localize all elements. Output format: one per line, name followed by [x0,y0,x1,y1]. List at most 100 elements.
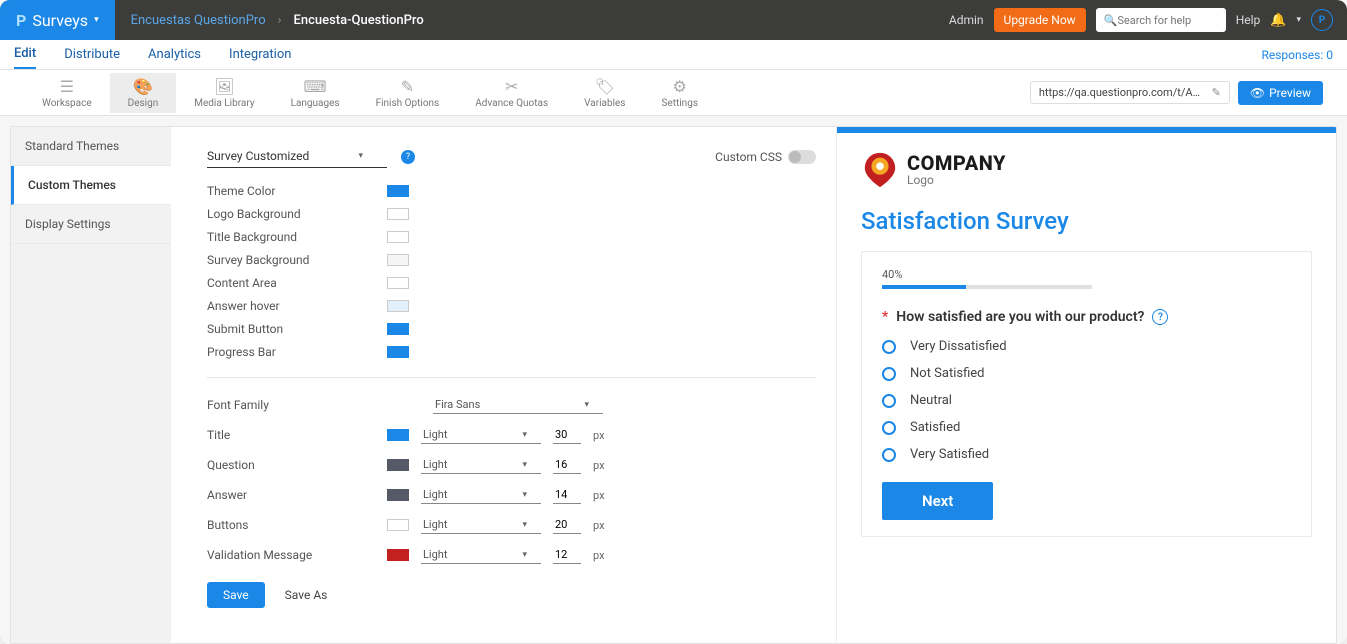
typography-row: Title Light▾ px [207,426,816,444]
font-weight-select[interactable]: Light ▾ [421,426,541,444]
tool-workspace[interactable]: ☰Workspace [24,73,110,113]
answer-option[interactable]: Very Dissatisfied [882,339,1291,354]
typo-color-swatch[interactable] [387,519,409,531]
typo-color-swatch[interactable] [387,459,409,471]
admin-label[interactable]: Admin [949,13,984,27]
font-weight-value: Light [423,518,447,531]
avatar[interactable]: P [1311,9,1333,31]
tool-settings[interactable]: ⚙Settings [643,73,716,113]
font-family-label: Font Family [207,398,375,412]
font-size-input[interactable] [553,486,581,504]
font-weight-select[interactable]: Light▾ [421,516,541,534]
font-weight-select[interactable]: Light▾ [421,456,541,474]
chevron-down-icon: ▾ [522,430,527,440]
survey-title: Satisfaction Survey [861,207,1312,235]
chevron-down-icon: ▾ [94,15,99,25]
sidebar-item-custom-themes[interactable]: Custom Themes [11,166,171,205]
tab-analytics[interactable]: Analytics [148,41,201,68]
surveys-dropdown[interactable]: P Surveys ▾ [0,0,115,40]
unit-label: px [593,459,605,472]
typography-row: Question Light▾ px [207,456,816,474]
toolbar: ☰Workspace 🎨Design 🖼Media Library ⌨Langu… [0,70,1347,116]
answer-option[interactable]: Neutral [882,393,1291,408]
logo-pin-icon [861,151,899,189]
tool-languages[interactable]: ⌨Languages [273,73,358,113]
chevron-down-icon: ▾ [522,490,527,500]
color-swatch[interactable] [387,277,409,289]
color-row: Submit Button [207,322,816,336]
color-swatch[interactable] [387,208,409,220]
chevron-down-icon: ▾ [358,151,363,161]
option-label: Neutral [910,393,952,408]
color-swatch[interactable] [387,300,409,312]
color-row: Logo Background [207,207,816,221]
color-swatch[interactable] [387,323,409,335]
save-as-button[interactable]: Save As [285,588,328,602]
notifications-icon[interactable]: 🔔 [1270,13,1286,28]
typo-color-swatch[interactable] [387,489,409,501]
chevron-right-icon: › [278,13,282,28]
sidebar-item-standard-themes[interactable]: Standard Themes [11,127,171,166]
font-size-input[interactable] [553,546,581,564]
save-button[interactable]: Save [207,582,265,608]
responses-count[interactable]: Responses: 0 [1261,48,1333,62]
typo-color-swatch[interactable] [387,429,409,441]
color-row: Progress Bar [207,345,816,359]
next-button[interactable]: Next [882,482,993,520]
tool-label: Media Library [194,98,254,109]
radio-icon [882,394,896,408]
notifications-chevron-icon: ▾ [1296,15,1301,25]
search-icon: 🔍 [1104,14,1118,27]
color-row: Survey Background [207,253,816,267]
typo-color-swatch[interactable] [387,549,409,561]
question-help-icon[interactable]: ? [1152,309,1168,325]
question-text: * How satisfied are you with our product… [882,309,1291,325]
font-size-input[interactable] [553,426,581,444]
color-label: Survey Background [207,253,387,267]
font-weight-select[interactable]: Light▾ [421,546,541,564]
font-size-input[interactable] [553,516,581,534]
tool-finish-options[interactable]: ✎Finish Options [358,73,458,113]
theme-select[interactable]: Survey Customized ▾ [207,145,387,168]
tool-advance-quotas[interactable]: ✂Advance Quotas [457,73,566,113]
tool-design[interactable]: 🎨Design [110,73,177,113]
finish-icon: ✎ [401,77,414,96]
survey-url-box[interactable]: https://qa.questionpro.com/t/AMSm7Zcz6 ✎ [1030,81,1230,104]
color-row: Theme Color [207,184,816,198]
tool-variables[interactable]: 🏷Variables [566,73,643,113]
tool-media-library[interactable]: 🖼Media Library [176,73,272,113]
breadcrumb-parent[interactable]: Encuestas QuestionPro [131,13,266,28]
help-icon[interactable]: ? [401,150,415,164]
chevron-down-icon: ▾ [522,460,527,470]
sidebar-item-display-settings[interactable]: Display Settings [11,205,171,244]
chevron-down-icon: ▾ [522,550,527,560]
font-family-select[interactable]: Fira Sans ▾ [433,396,603,414]
tab-edit[interactable]: Edit [14,40,36,69]
answer-option[interactable]: Satisfied [882,420,1291,435]
upgrade-button[interactable]: Upgrade Now [994,8,1086,32]
required-asterisk: * [882,309,888,325]
color-swatch[interactable] [387,231,409,243]
help-link[interactable]: Help [1236,13,1261,27]
font-size-input[interactable] [553,456,581,474]
tab-distribute[interactable]: Distribute [64,41,120,68]
search-help-box[interactable]: 🔍 [1096,8,1226,32]
color-label: Theme Color [207,184,387,198]
edit-url-icon[interactable]: ✎ [1212,86,1221,99]
color-swatch[interactable] [387,185,409,197]
answer-option[interactable]: Very Satisfied [882,447,1291,462]
preview-button[interactable]: 👁 Preview [1238,81,1323,105]
gear-icon: ⚙ [673,77,687,96]
search-input[interactable] [1117,14,1217,27]
answer-option[interactable]: Not Satisfied [882,366,1291,381]
unit-label: px [593,549,605,562]
typography-row: Answer Light▾ px [207,486,816,504]
font-weight-value: Light [423,428,447,441]
custom-css-toggle[interactable] [788,150,816,164]
typo-label: Title [207,428,375,442]
font-weight-select[interactable]: Light▾ [421,486,541,504]
color-swatch[interactable] [387,346,409,358]
color-swatch[interactable] [387,254,409,266]
tab-integration[interactable]: Integration [229,41,291,68]
survey-card: 40% * How satisfied are you with our pro… [861,251,1312,537]
